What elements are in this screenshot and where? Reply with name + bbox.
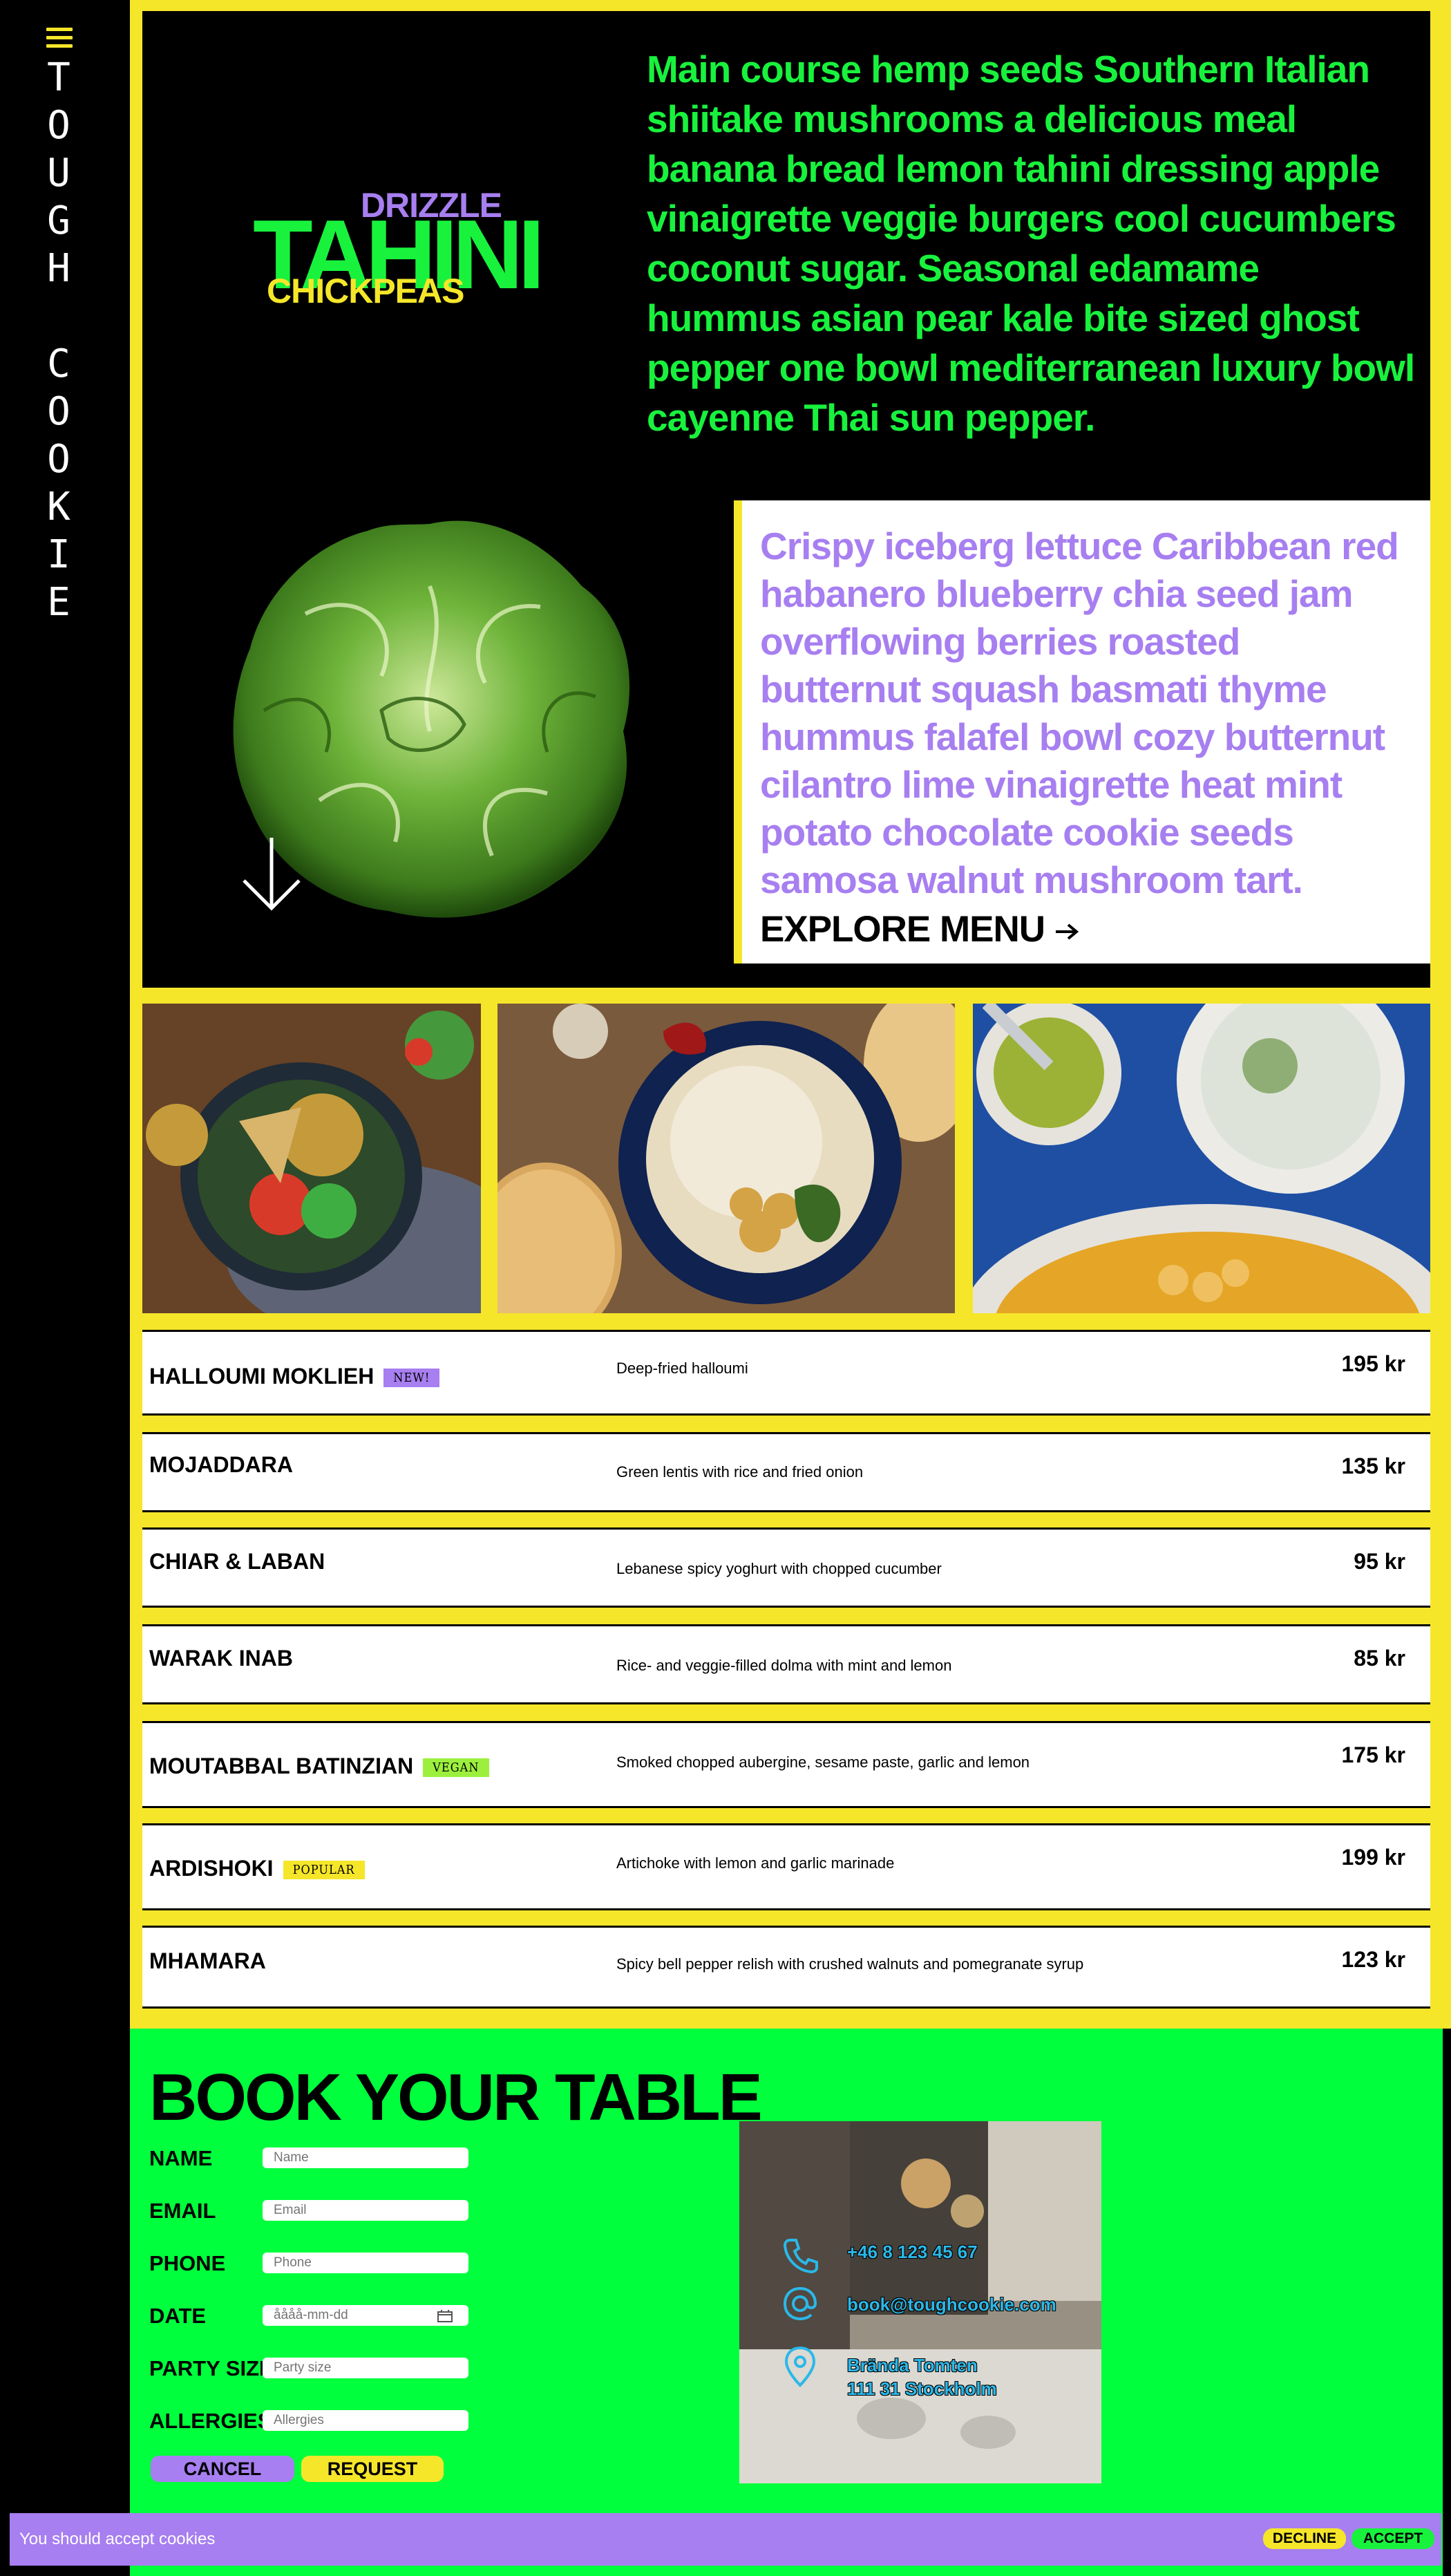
phone-label: PHONE xyxy=(149,2251,226,2275)
sidebar: T O U G H C O O K I E xyxy=(0,0,129,2576)
hero-section: TAHINI DRIZZLE CHICKPEAS Main course hem… xyxy=(142,11,1430,988)
dish-name-text: HALLOUMI MOKLIEH xyxy=(149,1364,374,1389)
party-size-field[interactable] xyxy=(263,2358,468,2378)
menu-row[interactable]: ARDISHOKI POPULAR Artichoke with lemon an… xyxy=(142,1823,1430,1910)
cookie-message: You should accept cookies xyxy=(19,2530,216,2548)
phone-field[interactable] xyxy=(263,2253,468,2273)
food-photo-hummus xyxy=(497,1004,955,1313)
contact-address: Brända Tomten 111 31 Stockholm xyxy=(847,2353,997,2400)
menu-row[interactable]: WARAK INAB Rice- and veggie-filled dolma… xyxy=(142,1624,1430,1704)
logo-letter: I xyxy=(47,532,70,577)
logo-letter xyxy=(41,292,76,340)
name-field[interactable] xyxy=(263,2147,468,2168)
allergies-label: ALLERGIES xyxy=(149,2409,272,2433)
at-sign-icon xyxy=(783,2286,817,2321)
logo-bottom-word: CHICKPEAS xyxy=(267,272,464,310)
food-photo-salad-bowl xyxy=(142,1004,481,1313)
arrow-down-icon[interactable] xyxy=(240,838,303,914)
dish-description: Artichoke with lemon and garlic marinade xyxy=(616,1854,895,1872)
location-pin-icon xyxy=(784,2346,816,2387)
logo-letter: E xyxy=(47,580,70,625)
dish-description: Lebanese spicy yoghurt with chopped cucu… xyxy=(616,1560,942,1577)
explore-menu-link[interactable]: EXPLORE MENU xyxy=(760,908,1079,950)
menu-row[interactable]: MOJADDARA Green lentis with rice and fri… xyxy=(142,1432,1430,1512)
dish-name-text: ARDISHOKI xyxy=(149,1856,274,1881)
request-button[interactable]: REQUEST xyxy=(301,2456,444,2482)
dish-price: 85 kr xyxy=(1354,1646,1405,1671)
dish-name: MHAMARA xyxy=(149,1948,266,1973)
cancel-button[interactable]: CANCEL xyxy=(151,2456,294,2482)
contact-phone[interactable]: +46 8 123 45 67 xyxy=(847,2240,978,2264)
vertical-logo[interactable]: T O U G H C O O K I E xyxy=(41,54,76,626)
name-label: NAME xyxy=(149,2146,213,2170)
contact-email[interactable]: book@toughcookie.com xyxy=(847,2293,1056,2316)
explore-menu-label: EXPLORE MENU xyxy=(760,909,1045,950)
logo-letter: T xyxy=(47,55,70,100)
tahini-logo: TAHINI DRIZZLE CHICKPEAS xyxy=(253,174,545,319)
popular-badge: POPULAR xyxy=(283,1861,365,1880)
arrow-right-icon xyxy=(1055,923,1079,940)
dish-description: Spicy bell pepper relish with crushed wa… xyxy=(616,1955,1084,1973)
date-label: DATE xyxy=(149,2304,207,2328)
food-photo-dips xyxy=(973,1004,1430,1313)
dish-price: 135 kr xyxy=(1341,1454,1405,1478)
email-label: EMAIL xyxy=(149,2199,216,2223)
dish-price: 95 kr xyxy=(1354,1549,1405,1574)
logo-letter: O xyxy=(47,389,70,434)
feature-box: Crispy iceberg lettuce Caribbean red hab… xyxy=(734,500,1430,963)
dish-price: 195 kr xyxy=(1341,1351,1405,1376)
menu-row[interactable]: MOUTABBAL BATINZIAN VEGAN Smoked chopped … xyxy=(142,1721,1430,1808)
new-badge: NEW! xyxy=(383,1369,440,1388)
dish-name: ARDISHOKI POPULAR xyxy=(149,1856,365,1881)
menu-row[interactable]: HALLOUMI MOKLIEH NEW! Deep-fried halloumi… xyxy=(142,1330,1430,1416)
contact-card: +46 8 123 45 67 book@toughcookie.com Brä… xyxy=(739,2121,1101,2483)
accept-button[interactable]: ACCEPT xyxy=(1352,2528,1434,2549)
phone-icon xyxy=(783,2239,818,2274)
allergies-field[interactable] xyxy=(263,2410,468,2431)
dish-name-text: MOUTABBAL BATINZIAN xyxy=(149,1754,414,1778)
calendar-icon[interactable] xyxy=(437,2310,453,2322)
hero-intro-text: Main course hemp seeds Southern Italian … xyxy=(647,48,1415,439)
logo-letter: K xyxy=(47,485,70,529)
logo-letter: U xyxy=(47,151,70,196)
dish-description: Rice- and veggie-filled dolma with mint … xyxy=(616,1657,952,1674)
party-size-label: PARTY SIZE xyxy=(149,2356,274,2380)
dish-price: 199 kr xyxy=(1341,1845,1405,1870)
decline-button[interactable]: DECLINE xyxy=(1263,2528,1346,2549)
logo-letter: G xyxy=(47,198,70,243)
menu-row[interactable]: MHAMARA Spicy bell pepper relish with cr… xyxy=(142,1926,1430,2009)
dish-price: 123 kr xyxy=(1341,1947,1405,1972)
dish-name: HALLOUMI MOKLIEH NEW! xyxy=(149,1364,440,1389)
dish-name: CHIAR & LABAN xyxy=(149,1549,325,1574)
dish-description: Green lentis with rice and fried onion xyxy=(616,1463,864,1480)
booking-title: BOOK YOUR TABLE xyxy=(149,2060,763,2134)
dish-description: Deep-fried halloumi xyxy=(616,1360,748,1377)
address-line2: 111 31 Stockholm xyxy=(847,2378,997,2399)
dish-name: WARAK INAB xyxy=(149,1646,293,1671)
address-line1: Brända Tomten xyxy=(847,2355,978,2376)
booking-section: BOOK YOUR TABLE NAME EMAIL PHONE DATE PA… xyxy=(130,2029,1443,2576)
logo-letter: H xyxy=(47,246,70,291)
logo-letter: O xyxy=(47,103,70,148)
logo-letter: O xyxy=(47,437,70,482)
dish-price: 175 kr xyxy=(1341,1742,1405,1767)
vegan-badge: VEGAN xyxy=(423,1758,489,1778)
dish-description: Smoked chopped aubergine, sesame paste, … xyxy=(616,1754,1030,1771)
hamburger-icon[interactable] xyxy=(46,28,73,48)
email-field[interactable] xyxy=(263,2200,468,2221)
logo-letter: C xyxy=(47,341,70,386)
logo-top-word: DRIZZLE xyxy=(360,186,502,225)
cookie-banner: You should accept cookies DECLINE ACCEPT xyxy=(10,2513,1441,2566)
feature-text: Crispy iceberg lettuce Caribbean red hab… xyxy=(760,525,1399,901)
menu-row[interactable]: CHIAR & LABAN Lebanese spicy yoghurt wit… xyxy=(142,1527,1430,1608)
dish-name: MOJADDARA xyxy=(149,1452,293,1477)
dish-name: MOUTABBAL BATINZIAN VEGAN xyxy=(149,1754,489,1779)
